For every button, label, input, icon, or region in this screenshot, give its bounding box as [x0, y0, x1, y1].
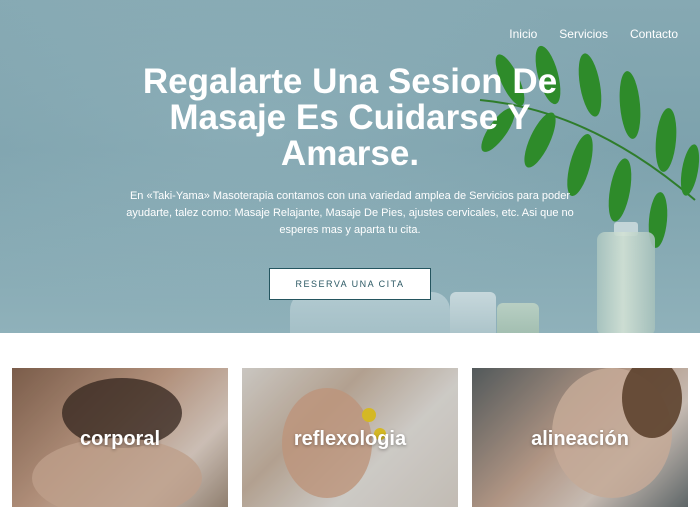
- candle-image: [497, 303, 539, 333]
- service-card-label: alineación: [531, 428, 629, 450]
- nav-item-contacto[interactable]: Contacto: [630, 27, 678, 41]
- service-card-reflexologia[interactable]: reflexologia: [242, 368, 458, 507]
- reserve-appointment-button[interactable]: RESERVA UNA CITA: [269, 268, 431, 300]
- service-card-label: corporal: [79, 428, 161, 450]
- service-card-corporal[interactable]: corporal: [12, 368, 228, 507]
- nav-item-servicios[interactable]: Servicios: [559, 27, 608, 41]
- service-card-alineacion[interactable]: alineación: [472, 368, 688, 507]
- oil-bottle-image: [597, 232, 655, 333]
- service-card-label: reflexologia: [293, 428, 407, 450]
- candle-image: [450, 292, 496, 333]
- hero-description: En «Taki-Yama» Masoterapia contamos con …: [126, 190, 574, 236]
- nav-item-inicio[interactable]: Inicio: [509, 27, 537, 41]
- hero-title: Regalarte Una Sesion De Masaje Es Cuidar…: [142, 62, 558, 173]
- main-nav: Inicio Servicios Contacto: [509, 27, 678, 41]
- hero-section: Inicio Servicios Contacto Regalarte Una …: [0, 0, 700, 333]
